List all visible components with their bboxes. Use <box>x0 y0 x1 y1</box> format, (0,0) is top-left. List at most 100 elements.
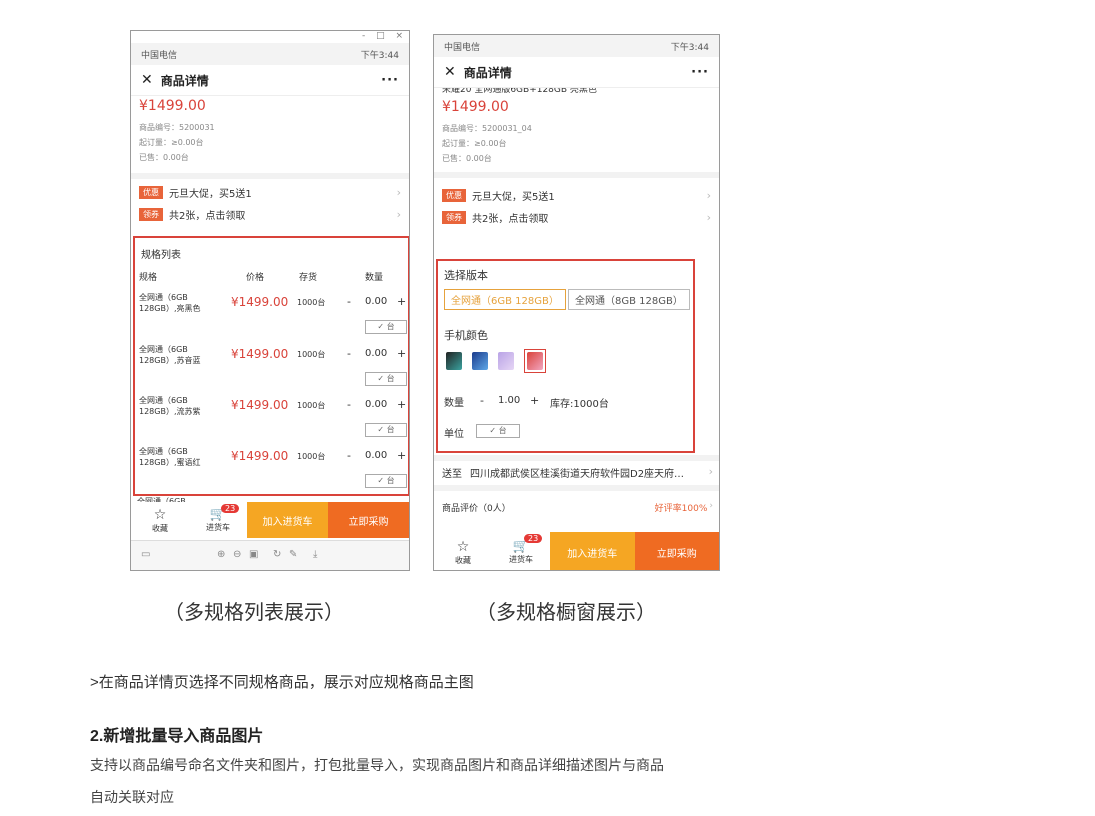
minimize-icon[interactable]: - <box>362 31 365 41</box>
qty-minus-button[interactable]: - <box>347 295 351 308</box>
shipping-row[interactable]: 送至 四川成都武侯区桂溪街道天府软件园D2座天府… › <box>442 465 713 480</box>
zoom-in-icon[interactable]: ⊕ <box>217 549 225 560</box>
color-swatch-blue[interactable] <box>472 352 488 370</box>
status-bar: 中国电信 下午3:44 <box>131 43 409 65</box>
coupon-row[interactable]: 领券 共2张，点击领取 › <box>442 206 711 228</box>
color-swatch-purple[interactable] <box>498 352 514 370</box>
spec-stock: 1000台 <box>297 350 326 359</box>
zoom-out-icon[interactable]: ⊖ <box>233 549 241 560</box>
unit-select[interactable]: ✓ 台 <box>476 424 520 438</box>
spec-price: ¥1499.00 <box>231 347 289 361</box>
table-row: 全网通（6GB 128GB）,蜜语红 ¥1499.00 1000台 - 0.00… <box>139 446 407 492</box>
nav-bar: ✕ 商品详情 ··· <box>434 57 719 88</box>
close-icon[interactable]: × <box>395 31 403 41</box>
unit-select[interactable]: ✓ 台 <box>365 320 407 334</box>
buy-now-button[interactable]: 立即采购 <box>328 502 409 538</box>
coupon-row[interactable]: 领券 共2张，点击领取 › <box>139 203 401 225</box>
color-swatch-red-selected[interactable] <box>524 349 546 373</box>
header-spec: 规格 <box>139 273 158 283</box>
page: { "left_phone": { "status_left": "中国电信",… <box>0 0 1095 816</box>
review-rate: 好评率100% <box>654 504 708 514</box>
qty-plus-button[interactable]: + <box>397 347 406 360</box>
table-row: 全网通（6GB 128GB）,亮黑色 ¥1499.00 1000台 - 0.00… <box>139 292 407 338</box>
viewer-toolbar: ▭ ⊕ ⊖ ▣ ↻ ✎ ⤓ <box>131 540 409 570</box>
more-icon[interactable]: ··· <box>691 65 709 80</box>
carrier-label: 中国电信 <box>141 50 178 61</box>
version-option-8gb[interactable]: 全网通（8GB 128GB） <box>568 289 690 310</box>
review-row[interactable]: 商品评价（0人） 好评率100% › <box>442 501 713 514</box>
qty-plus-button[interactable]: + <box>530 394 539 407</box>
qty-value[interactable]: 0.00 <box>365 348 387 359</box>
qty-value[interactable]: 1.00 <box>498 395 520 406</box>
qty-minus-button[interactable]: - <box>480 394 484 407</box>
price-section: 荣耀20 全网通版6GB+128GB 亮黑色 ¥1499.00 商品编号：520… <box>434 88 719 166</box>
paragraph-line-1: 支持以商品编号命名文件夹和图片，打包批量导入，实现商品图片和商品详细描述图片与商… <box>90 757 664 773</box>
carrier-label: 中国电信 <box>444 42 481 53</box>
qty-minus-button[interactable]: - <box>347 398 351 411</box>
cart-button[interactable]: 🛒 23 进货车 <box>189 502 247 538</box>
ship-label: 送至 <box>442 469 462 480</box>
star-icon: ☆ <box>456 538 470 555</box>
spec-name-line: 128GB）,流苏紫 <box>139 407 201 416</box>
qty-value[interactable]: 0.00 <box>365 399 387 410</box>
promo-section: 优惠 元旦大促，买5送1 › 领券 共2张，点击领取 › <box>131 179 409 227</box>
close-icon[interactable]: ✕ <box>141 72 153 88</box>
color-label: 手机颜色 <box>444 329 488 342</box>
product-title-cut: 荣耀20 全网通版6GB+128GB 亮黑色 <box>442 88 597 95</box>
add-to-cart-button[interactable]: 加入进货车 <box>550 532 635 570</box>
color-swatches <box>446 349 546 373</box>
qty-minus-button[interactable]: - <box>347 449 351 462</box>
sold-count: 已售：0.00台 <box>442 154 492 163</box>
spec-name: 全网通（6GB 128GB）,亮黑色 <box>139 292 201 314</box>
chevron-right-icon: › <box>709 501 713 511</box>
spec-name-line: 全网通（6GB <box>139 396 188 405</box>
sold-count: 已售：0.00台 <box>139 153 189 162</box>
favorite-label: 收藏 <box>455 555 471 565</box>
spec-name-line: 128GB）,亮黑色 <box>139 304 201 313</box>
maximize-icon[interactable]: □ <box>376 31 385 41</box>
promo-text: 元旦大促，买5送1 <box>472 191 555 203</box>
spec-name: 全网通（6GB 128GB）,蜜语红 <box>139 446 201 468</box>
fit-icon[interactable]: ▣ <box>249 549 258 560</box>
qty-plus-button[interactable]: + <box>397 295 406 308</box>
unit-select[interactable]: ✓ 台 <box>365 372 407 386</box>
color-swatch-black[interactable] <box>446 352 462 370</box>
header-stock: 存货 <box>299 273 318 283</box>
add-to-cart-button[interactable]: 加入进货车 <box>247 502 328 538</box>
qty-plus-button[interactable]: + <box>397 449 406 462</box>
close-icon[interactable]: ✕ <box>444 64 456 80</box>
unit-select[interactable]: ✓ 台 <box>365 423 407 437</box>
qty-minus-button[interactable]: - <box>347 347 351 360</box>
status-bar: 中国电信 下午3:44 <box>434 35 719 57</box>
qty-value[interactable]: 0.00 <box>365 450 387 461</box>
favorite-button[interactable]: ☆ 收藏 <box>434 532 492 570</box>
promo-section: 优惠 元旦大促，买5送1 › 领券 共2张，点击领取 › <box>434 178 719 234</box>
spec-stock: 1000台 <box>297 298 326 307</box>
more-icon[interactable]: ··· <box>381 73 399 88</box>
promo-row[interactable]: 优惠 元旦大促，买5送1 › <box>442 184 711 206</box>
bottom-action-bar: ☆ 收藏 🛒 23 进货车 加入进货车 立即采购 <box>434 532 719 570</box>
toolbar-panel-icon[interactable]: ▭ <box>141 549 150 560</box>
download-icon[interactable]: ⤓ <box>313 549 317 560</box>
qty-plus-button[interactable]: + <box>397 398 406 411</box>
spec-stock: 1000台 <box>297 452 326 461</box>
section-heading: 2.新增批量导入商品图片 <box>90 728 264 745</box>
cart-button[interactable]: 🛒 23 进货车 <box>492 532 550 570</box>
right-phone-screenshot: 中国电信 下午3:44 ✕ 商品详情 ··· 荣耀20 全网通版6GB+128G… <box>433 34 720 571</box>
spec-table-header: 规格 价格 存货 数量 <box>139 270 404 284</box>
qty-value[interactable]: 0.00 <box>365 296 387 307</box>
table-row: 全网通（6GB 128GB）,苏音蓝 ¥1499.00 1000台 - 0.00… <box>139 344 407 390</box>
buy-now-button[interactable]: 立即采购 <box>634 532 719 570</box>
rotate-icon[interactable]: ↻ <box>273 549 281 560</box>
spec-name-line: 128GB）,蜜语红 <box>139 458 201 467</box>
page-title: 商品详情 <box>160 73 209 88</box>
promo-row[interactable]: 优惠 元旦大促，买5送1 › <box>139 181 401 203</box>
description-line: >在商品详情页选择不同规格商品，展示对应规格商品主图 <box>90 674 474 691</box>
spec-window-highlight: 选择版本 全网通（6GB 128GB） 全网通（8GB 128GB） 手机颜色 … <box>436 259 695 453</box>
paragraph-line-2: 自动关联对应 <box>90 789 174 805</box>
product-meta: 商品编号：5200031 起订量：≥0.00台 已售：0.00台 <box>139 120 401 165</box>
favorite-button[interactable]: ☆ 收藏 <box>131 502 189 538</box>
unit-select[interactable]: ✓ 台 <box>365 474 407 488</box>
edit-icon[interactable]: ✎ <box>289 549 297 560</box>
version-option-6gb[interactable]: 全网通（6GB 128GB） <box>444 289 566 310</box>
